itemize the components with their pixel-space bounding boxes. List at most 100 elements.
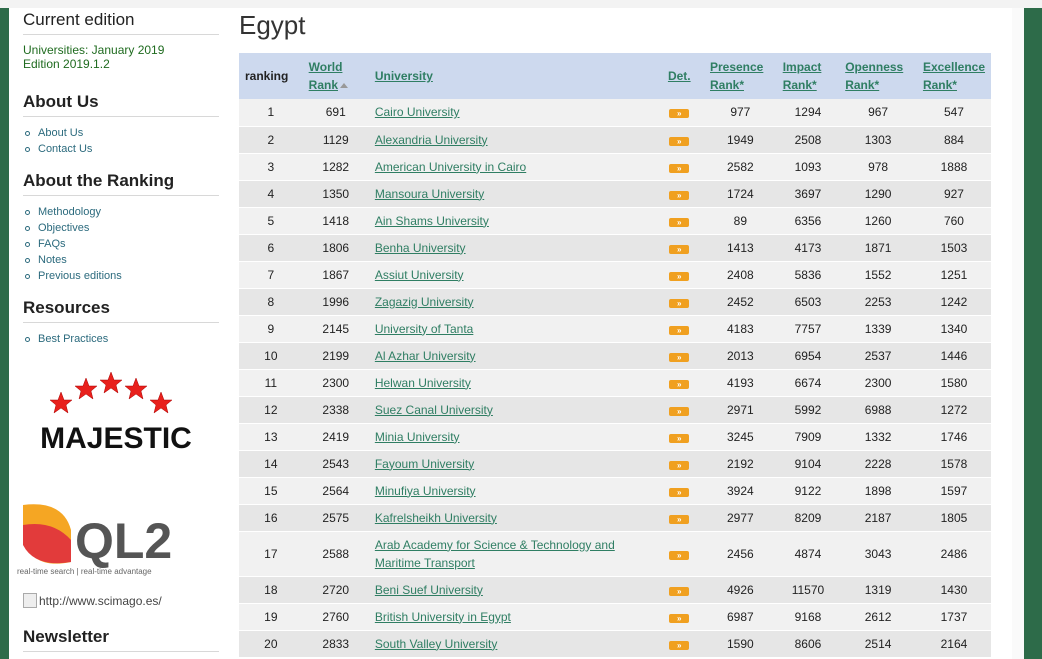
broken-image-icon: [23, 593, 37, 608]
impact-rank-cell: 4874: [794, 546, 822, 561]
world-rank-cell: 2760: [322, 609, 350, 624]
presence-rank-cell: 89: [733, 213, 748, 228]
header-det[interactable]: Det.: [655, 53, 704, 99]
details-button[interactable]: »: [669, 244, 690, 254]
table-row: 12 2338 Suez Canal University » 2971 5992 6988…: [239, 396, 991, 423]
link-about-us[interactable]: About Us: [23, 125, 219, 141]
link-faqs[interactable]: FAQs: [23, 236, 219, 252]
newsletter-section: Newsletter: [23, 627, 219, 652]
table-row: 2 1129 Alexandria University » 1949 2508 1303 8…: [239, 126, 991, 153]
rank-cell: 11: [264, 375, 278, 390]
header-ranking[interactable]: ranking: [239, 53, 303, 99]
table-row: 15 2564 Minufiya University » 3924 9122 1898 15…: [239, 477, 991, 504]
details-button[interactable]: »: [669, 433, 690, 443]
university-link[interactable]: Al Azhar University: [369, 342, 655, 369]
details-button[interactable]: »: [669, 613, 690, 623]
university-link[interactable]: Kafrelsheikh University: [369, 504, 655, 531]
presence-rank-cell: 1724: [726, 186, 754, 201]
university-link[interactable]: Cairo University: [369, 99, 655, 126]
details-button[interactable]: »: [669, 514, 690, 524]
university-link[interactable]: British University in Egypt: [369, 603, 655, 630]
university-link[interactable]: Minia University: [369, 423, 655, 450]
details-button[interactable]: »: [669, 487, 690, 497]
university-link[interactable]: University of Tanta: [369, 315, 655, 342]
link-objectives[interactable]: Objectives: [23, 220, 219, 236]
scimago-alt-text: http://www.scimago.es/: [39, 593, 162, 608]
world-rank-cell: 2199: [322, 348, 350, 363]
excellence-rank-cell: 1503: [940, 240, 968, 255]
university-link[interactable]: Alexandria University: [369, 126, 655, 153]
link-previous-editions[interactable]: Previous editions: [23, 268, 219, 284]
link-contact-us[interactable]: Contact Us: [23, 141, 219, 157]
presence-rank-cell: 2971: [726, 402, 754, 417]
excellence-rank-cell: 1446: [940, 348, 968, 363]
details-cell: »: [655, 603, 704, 630]
table-row: 19 2760 British University in Egypt » 6987 91…: [239, 603, 991, 630]
details-button[interactable]: »: [669, 352, 690, 362]
world-rank-cell: 1129: [322, 132, 349, 147]
details-button[interactable]: »: [669, 379, 690, 389]
university-link[interactable]: Beni Suef University: [369, 576, 655, 603]
edition-line-1: Universities: January 2019: [23, 43, 165, 57]
university-link[interactable]: Suez Canal University: [369, 396, 655, 423]
link-best-practices[interactable]: Best Practices: [23, 331, 219, 347]
header-world-rank[interactable]: World Rank: [303, 53, 369, 99]
header-openness-rank[interactable]: Openness Rank*: [839, 53, 917, 99]
link-notes[interactable]: Notes: [23, 252, 219, 268]
details-button[interactable]: »: [669, 109, 690, 119]
details-button[interactable]: »: [669, 271, 690, 281]
header-presence-rank[interactable]: Presence Rank*: [704, 53, 777, 99]
excellence-rank-cell: 1578: [940, 456, 968, 471]
university-link[interactable]: Ain Shams University: [369, 207, 655, 234]
university-link[interactable]: Mansoura University: [369, 180, 655, 207]
majestic-logo[interactable]: MAJESTIC: [31, 370, 201, 455]
details-button[interactable]: »: [669, 163, 690, 173]
details-button[interactable]: »: [669, 550, 690, 560]
right-gutter: [1012, 8, 1024, 659]
rank-cell: 5: [267, 213, 275, 228]
openness-rank-cell: 1290: [864, 186, 892, 201]
table-row: 11 2300 Helwan University » 4193 6674 2300 1580: [239, 369, 991, 396]
table-row: 18 2720 Beni Suef University » 4926 11570 1319…: [239, 576, 991, 603]
details-button[interactable]: »: [669, 325, 690, 335]
university-link[interactable]: South Valley University: [369, 630, 655, 657]
details-cell: »: [655, 396, 704, 423]
table-row: 5 1418 Ain Shams University » 89 6356 1260 760: [239, 207, 991, 234]
university-link[interactable]: Zagazig University: [369, 288, 655, 315]
header-impact-rank[interactable]: Impact Rank*: [777, 53, 840, 99]
university-link[interactable]: American University in Cairo: [369, 153, 655, 180]
excellence-rank-cell: 1888: [940, 159, 968, 174]
details-button[interactable]: »: [669, 460, 690, 470]
world-rank-cell: 2145: [322, 321, 350, 336]
details-button[interactable]: »: [669, 586, 690, 596]
world-rank-cell: 1350: [322, 186, 350, 201]
university-link[interactable]: Assiut University: [369, 261, 655, 288]
details-button[interactable]: »: [669, 640, 690, 650]
openness-rank-cell: 967: [868, 105, 889, 120]
university-link[interactable]: Fayoum University: [369, 450, 655, 477]
link-methodology[interactable]: Methodology: [23, 204, 219, 220]
table-row: 9 2145 University of Tanta » 4183 7757 1339 134…: [239, 315, 991, 342]
details-button[interactable]: »: [669, 217, 690, 227]
ql2-tagline: real-time search | real-time advantage: [17, 567, 152, 576]
impact-rank-cell: 7757: [794, 321, 822, 336]
ranking-table: ranking World Rank University Det. Prese…: [239, 53, 991, 658]
details-button[interactable]: »: [669, 136, 690, 146]
world-rank-cell: 2564: [322, 483, 350, 498]
university-link[interactable]: Minufiya University: [369, 477, 655, 504]
openness-rank-cell: 2228: [864, 456, 892, 471]
details-button[interactable]: »: [669, 190, 690, 200]
university-link[interactable]: Arab Academy for Science & Technology an…: [369, 531, 655, 576]
header-university[interactable]: University: [369, 53, 655, 99]
excellence-rank-cell: 1746: [940, 429, 968, 444]
about-us-list: About Us Contact Us: [23, 125, 219, 157]
table-row: 13 2419 Minia University » 3245 7909 1332 1746: [239, 423, 991, 450]
details-button[interactable]: »: [669, 298, 690, 308]
scimago-image-link[interactable]: http://www.scimago.es/: [23, 593, 162, 608]
excellence-rank-cell: 1805: [940, 510, 968, 525]
university-link[interactable]: Benha University: [369, 234, 655, 261]
header-excellence-rank[interactable]: Excellence Rank*: [917, 53, 991, 99]
presence-rank-cell: 4926: [726, 582, 754, 597]
university-link[interactable]: Helwan University: [369, 369, 655, 396]
details-button[interactable]: »: [669, 406, 690, 416]
